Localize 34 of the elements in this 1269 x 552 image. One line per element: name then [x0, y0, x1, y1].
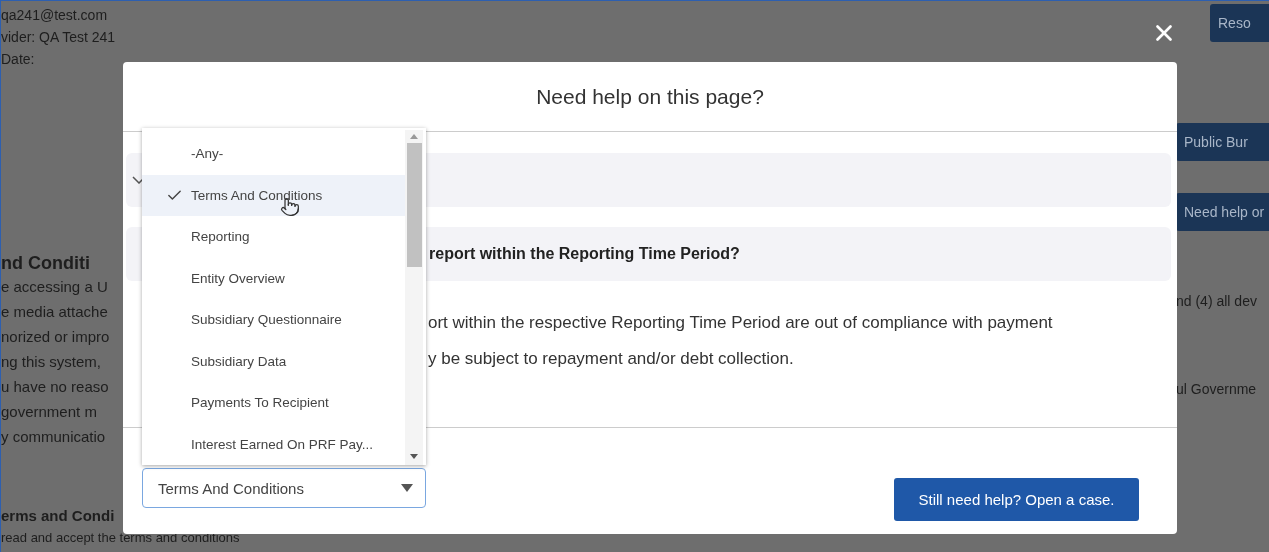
paragraph-line: y communicatio	[1, 427, 107, 447]
faq-question: report within the Reporting Time Period?	[429, 245, 740, 263]
side-text: nd (4) all dev	[1176, 293, 1258, 309]
section-heading: nd Conditi	[1, 252, 91, 274]
dropdown-option[interactable]: Subsidiary Data	[142, 340, 405, 382]
answer-line: ort within the respective Reporting Time Period are out of compliance with payment	[428, 312, 1054, 334]
caret-icon	[401, 484, 413, 492]
side-button[interactable]: Need help or	[1176, 193, 1269, 231]
dialog-title: Need help on this page?	[536, 84, 764, 109]
dropdown-option[interactable]: Payments To Recipient	[142, 382, 405, 424]
user-info-text: qa241@test.com	[1, 6, 109, 25]
open-case-button[interactable]: Still need help? Open a case.	[894, 478, 1139, 521]
terms-text: read and accept the terms and conditions	[1, 529, 240, 546]
scroll-down-icon[interactable]	[410, 454, 418, 459]
paragraph-line: e accessing a U	[1, 277, 109, 297]
dropdown-option[interactable]: Interest Earned On PRF Pay...	[142, 423, 405, 465]
dropdown-option[interactable]: -Any-	[142, 133, 405, 175]
scrollbar[interactable]	[405, 130, 423, 465]
paragraph-line: ng this system,	[1, 352, 103, 372]
dropdown-option[interactable]: Subsidiary Questionnaire	[142, 299, 405, 341]
paragraph-line: norized or impro	[1, 327, 111, 347]
side-button[interactable]: Reso	[1210, 4, 1269, 42]
paragraph-line: government m	[1, 402, 98, 422]
scroll-up-icon[interactable]	[410, 134, 418, 139]
topic-select[interactable]: Terms And Conditions	[142, 468, 426, 508]
paragraph-line: e media attache	[1, 302, 109, 322]
paragraph-line: u have no reaso	[1, 377, 110, 397]
section-subheading: erms and Condi	[1, 506, 116, 526]
answer-line: y be subject to repayment and/or debt collection.	[428, 348, 795, 370]
dropdown-option[interactable]: Terms And Conditions	[142, 174, 405, 216]
side-button[interactable]: Public Bur	[1176, 123, 1269, 161]
side-text: ul Governme	[1176, 381, 1258, 397]
user-info-text: Date:	[1, 50, 36, 69]
user-info-text: vider: QA Test 241	[1, 28, 117, 47]
